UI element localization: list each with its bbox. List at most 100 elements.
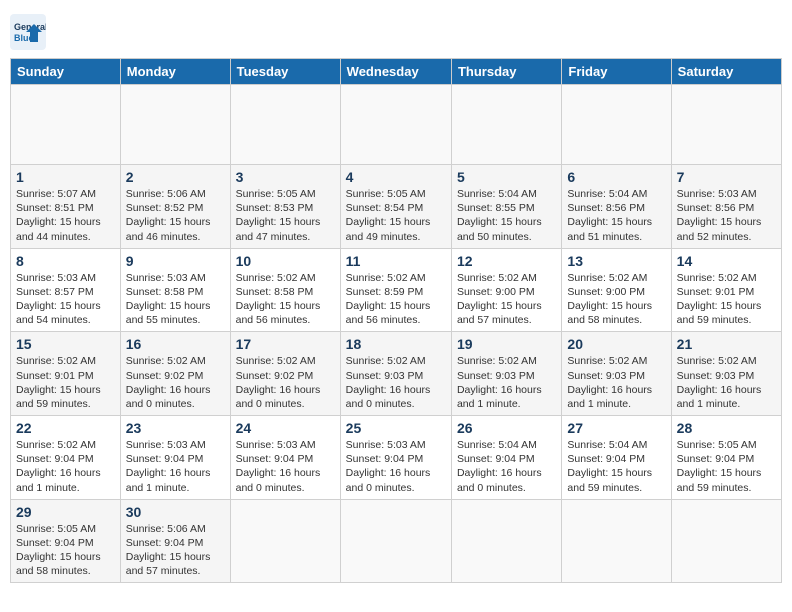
day-cell: 27Sunrise: 5:04 AM Sunset: 9:04 PM Dayli…: [562, 416, 671, 500]
day-number: 20: [567, 336, 665, 352]
week-row-5: 22 Sunrise: 5:02 AM Sunset: 9:04 PM Dayli…: [11, 416, 782, 500]
week-row-6: 29Sunrise: 5:05 AM Sunset: 9:04 PM Dayli…: [11, 499, 782, 583]
day-cell: 19Sunrise: 5:02 AM Sunset: 9:03 PM Dayli…: [451, 332, 561, 416]
day-cell: 5 Sunrise: 5:04 AM Sunset: 8:55 PM Daylig…: [451, 165, 561, 249]
day-cell: 29Sunrise: 5:05 AM Sunset: 9:04 PM Dayli…: [11, 499, 121, 583]
day-number: 28: [677, 420, 776, 436]
day-cell: 10Sunrise: 5:02 AM Sunset: 8:58 PM Dayli…: [230, 248, 340, 332]
day-cell: 18 Sunrise: 5:02 AM Sunset: 9:03 PM Dayli…: [340, 332, 451, 416]
day-number: 3: [236, 169, 335, 185]
logo: General Blue: [10, 14, 50, 50]
day-cell: 2 Sunrise: 5:06 AM Sunset: 8:52 PM Daylig…: [120, 165, 230, 249]
day-info: Sunrise: 5:03 AM Sunset: 9:04 PM Dayligh…: [346, 438, 446, 495]
day-number: 12: [457, 253, 556, 269]
day-number: 18: [346, 336, 446, 352]
day-info: Sunrise: 5:04 AM Sunset: 8:55 PM Dayligh…: [457, 187, 556, 244]
day-cell: 1 Sunrise: 5:07 AM Sunset: 8:51 PM Daylig…: [11, 165, 121, 249]
day-number: 16: [126, 336, 225, 352]
day-cell: 3 Sunrise: 5:05 AM Sunset: 8:53 PM Daylig…: [230, 165, 340, 249]
day-cell: 12 Sunrise: 5:02 AM Sunset: 9:00 PM Dayli…: [451, 248, 561, 332]
day-number: 15: [16, 336, 115, 352]
day-info: Sunrise: 5:03 AM Sunset: 8:58 PM Dayligh…: [126, 271, 225, 328]
day-info: Sunrise: 5:04 AM Sunset: 9:04 PM Dayligh…: [457, 438, 556, 495]
day-cell: [230, 85, 340, 165]
day-cell: 22 Sunrise: 5:02 AM Sunset: 9:04 PM Dayli…: [11, 416, 121, 500]
day-cell: [230, 499, 340, 583]
day-info: Sunrise: 5:02 AM Sunset: 8:59 PM Dayligh…: [346, 271, 446, 328]
col-header-tuesday: Tuesday: [230, 59, 340, 85]
day-number: 10: [236, 253, 335, 269]
day-number: 8: [16, 253, 115, 269]
day-cell: [340, 499, 451, 583]
day-cell: 30 Sunrise: 5:06 AM Sunset: 9:04 PM Dayli…: [120, 499, 230, 583]
day-number: 11: [346, 253, 446, 269]
day-cell: [120, 85, 230, 165]
day-info: Sunrise: 5:03 AM Sunset: 9:04 PM Dayligh…: [126, 438, 225, 495]
day-number: 7: [677, 169, 776, 185]
calendar-header-row: SundayMondayTuesdayWednesdayThursdayFrid…: [11, 59, 782, 85]
day-cell: 20 Sunrise: 5:02 AM Sunset: 9:03 PM Dayli…: [562, 332, 671, 416]
day-number: 24: [236, 420, 335, 436]
day-info: Sunrise: 5:06 AM Sunset: 8:52 PM Dayligh…: [126, 187, 225, 244]
col-header-saturday: Saturday: [671, 59, 781, 85]
day-info: Sunrise: 5:03 AM Sunset: 9:04 PM Dayligh…: [236, 438, 335, 495]
day-cell: [451, 85, 561, 165]
day-info: Sunrise: 5:02 AM Sunset: 9:01 PM Dayligh…: [677, 271, 776, 328]
day-cell: 28 Sunrise: 5:05 AM Sunset: 9:04 PM Dayli…: [671, 416, 781, 500]
day-info: Sunrise: 5:06 AM Sunset: 9:04 PM Dayligh…: [126, 522, 225, 579]
col-header-wednesday: Wednesday: [340, 59, 451, 85]
day-info: Sunrise: 5:03 AM Sunset: 8:56 PM Dayligh…: [677, 187, 776, 244]
day-cell: 7 Sunrise: 5:03 AM Sunset: 8:56 PM Daylig…: [671, 165, 781, 249]
day-cell: 6Sunrise: 5:04 AM Sunset: 8:56 PM Daylig…: [562, 165, 671, 249]
day-number: 19: [457, 336, 556, 352]
logo-icon: General Blue: [10, 14, 46, 50]
day-info: Sunrise: 5:07 AM Sunset: 8:51 PM Dayligh…: [16, 187, 115, 244]
day-cell: 24 Sunrise: 5:03 AM Sunset: 9:04 PM Dayli…: [230, 416, 340, 500]
day-number: 23: [126, 420, 225, 436]
day-info: Sunrise: 5:02 AM Sunset: 9:00 PM Dayligh…: [457, 271, 556, 328]
day-cell: 14 Sunrise: 5:02 AM Sunset: 9:01 PM Dayli…: [671, 248, 781, 332]
day-info: Sunrise: 5:02 AM Sunset: 9:02 PM Dayligh…: [236, 354, 335, 411]
calendar-body: 1 Sunrise: 5:07 AM Sunset: 8:51 PM Daylig…: [11, 85, 782, 583]
day-cell: [451, 499, 561, 583]
day-info: Sunrise: 5:05 AM Sunset: 8:54 PM Dayligh…: [346, 187, 446, 244]
day-cell: [671, 499, 781, 583]
day-info: Sunrise: 5:04 AM Sunset: 9:04 PM Dayligh…: [567, 438, 665, 495]
week-row-4: 15 Sunrise: 5:02 AM Sunset: 9:01 PM Dayli…: [11, 332, 782, 416]
day-info: Sunrise: 5:03 AM Sunset: 8:57 PM Dayligh…: [16, 271, 115, 328]
day-number: 25: [346, 420, 446, 436]
day-cell: [671, 85, 781, 165]
day-cell: 9 Sunrise: 5:03 AM Sunset: 8:58 PM Daylig…: [120, 248, 230, 332]
day-number: 30: [126, 504, 225, 520]
week-row-3: 8 Sunrise: 5:03 AM Sunset: 8:57 PM Daylig…: [11, 248, 782, 332]
day-info: Sunrise: 5:02 AM Sunset: 9:03 PM Dayligh…: [677, 354, 776, 411]
day-info: Sunrise: 5:02 AM Sunset: 9:04 PM Dayligh…: [16, 438, 115, 495]
day-cell: [340, 85, 451, 165]
day-cell: 17Sunrise: 5:02 AM Sunset: 9:02 PM Dayli…: [230, 332, 340, 416]
day-cell: 25 Sunrise: 5:03 AM Sunset: 9:04 PM Dayli…: [340, 416, 451, 500]
day-number: 4: [346, 169, 446, 185]
day-info: Sunrise: 5:05 AM Sunset: 9:04 PM Dayligh…: [16, 522, 115, 579]
day-info: Sunrise: 5:02 AM Sunset: 9:02 PM Dayligh…: [126, 354, 225, 411]
week-row-2: 1 Sunrise: 5:07 AM Sunset: 8:51 PM Daylig…: [11, 165, 782, 249]
day-cell: 15 Sunrise: 5:02 AM Sunset: 9:01 PM Dayli…: [11, 332, 121, 416]
day-number: 14: [677, 253, 776, 269]
day-info: Sunrise: 5:05 AM Sunset: 9:04 PM Dayligh…: [677, 438, 776, 495]
day-info: Sunrise: 5:02 AM Sunset: 9:01 PM Dayligh…: [16, 354, 115, 411]
day-cell: [562, 85, 671, 165]
day-number: 2: [126, 169, 225, 185]
day-number: 22: [16, 420, 115, 436]
day-number: 9: [126, 253, 225, 269]
week-row-1: [11, 85, 782, 165]
day-info: Sunrise: 5:02 AM Sunset: 9:03 PM Dayligh…: [567, 354, 665, 411]
day-cell: 16 Sunrise: 5:02 AM Sunset: 9:02 PM Dayli…: [120, 332, 230, 416]
day-number: 5: [457, 169, 556, 185]
col-header-sunday: Sunday: [11, 59, 121, 85]
col-header-friday: Friday: [562, 59, 671, 85]
day-info: Sunrise: 5:02 AM Sunset: 9:03 PM Dayligh…: [346, 354, 446, 411]
page-header: General Blue: [10, 10, 782, 50]
day-cell: [11, 85, 121, 165]
day-cell: 11 Sunrise: 5:02 AM Sunset: 8:59 PM Dayli…: [340, 248, 451, 332]
day-info: Sunrise: 5:05 AM Sunset: 8:53 PM Dayligh…: [236, 187, 335, 244]
day-number: 1: [16, 169, 115, 185]
